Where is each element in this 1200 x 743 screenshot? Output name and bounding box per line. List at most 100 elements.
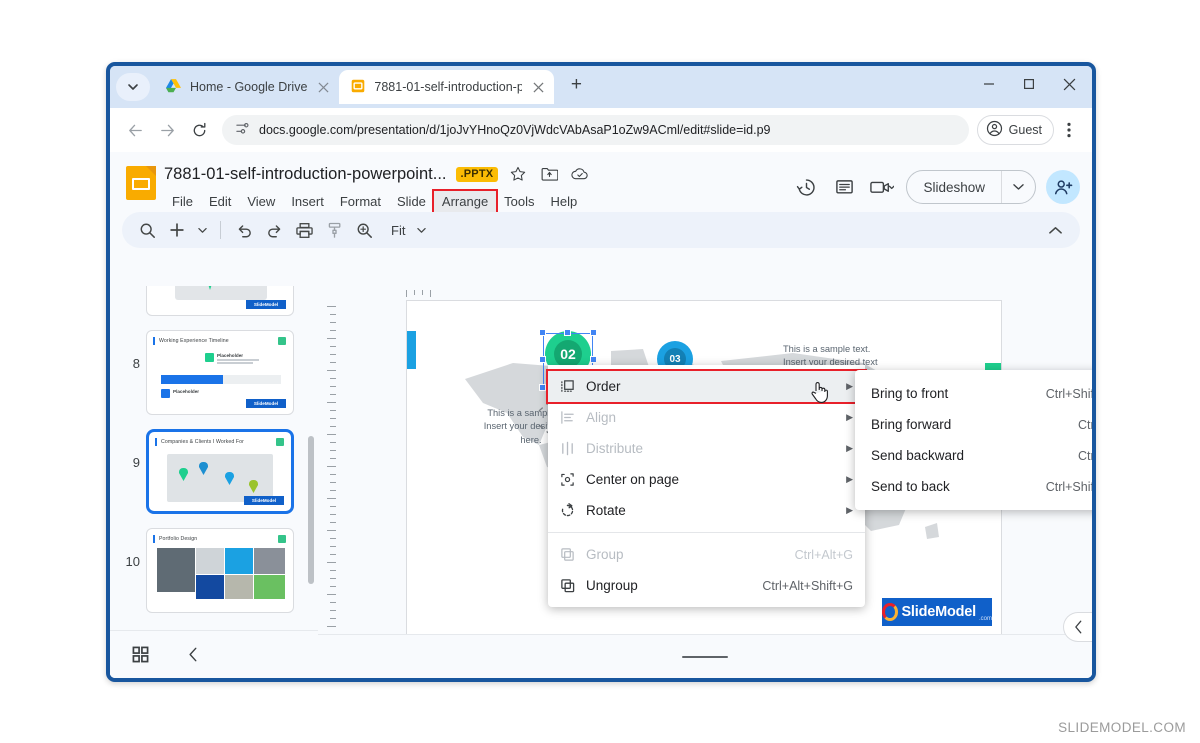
menu-insert[interactable]: Insert (283, 191, 332, 212)
menu-item-label: Group (586, 547, 624, 562)
resize-handle-ne[interactable] (590, 329, 597, 336)
accent-bar (155, 438, 157, 446)
collapse-toolbar-icon[interactable] (1042, 217, 1068, 243)
decor-square (278, 337, 286, 345)
google-drive-icon (166, 78, 181, 96)
comment-icon[interactable] (830, 173, 858, 201)
tab-search-chevron-icon[interactable] (116, 73, 150, 101)
zoom-icon[interactable] (351, 217, 377, 243)
profile-label: Guest (1008, 123, 1042, 137)
menu-file[interactable]: File (164, 191, 201, 212)
slideshow-dropdown-icon[interactable] (1002, 183, 1035, 191)
slideshow-button[interactable]: Slideshow (906, 170, 1036, 204)
browser-tab-slides[interactable]: 7881-01-self-introduction-pow (339, 70, 555, 104)
slide-thumbnail-7[interactable]: SUCCESS SlideModel (146, 286, 294, 316)
menu-item-shortcut: Ctrl+↑ (1078, 417, 1095, 432)
group-icon (560, 547, 586, 562)
slide-number: 9 (132, 455, 140, 470)
reload-button[interactable] (184, 115, 214, 145)
menu-item-ungroup[interactable]: Ungroup Ctrl+Alt+Shift+G (548, 570, 865, 601)
screenshot-root: Home - Google Drive 7881-01-self-introdu… (0, 0, 1200, 743)
close-window-button[interactable] (1050, 70, 1088, 98)
paint-format-icon[interactable] (321, 217, 347, 243)
submenu-arrow-icon: ▶ (846, 381, 853, 391)
slide-thumbnail-10[interactable]: Portfolio Design (146, 528, 294, 613)
minimize-button[interactable] (970, 70, 1008, 98)
resize-handle-n[interactable] (564, 329, 571, 336)
slideshow-label: Slideshow (923, 179, 985, 195)
menu-item-bring-to-front[interactable]: Bring to front Ctrl+Shift+↑ (855, 378, 1092, 409)
present-video-icon[interactable] (868, 173, 896, 201)
share-button[interactable] (1046, 170, 1080, 204)
menu-format[interactable]: Format (332, 191, 389, 212)
filmstrip-row: 9 Companies & Clients I Worked For Slide… (110, 422, 318, 521)
print-icon[interactable] (291, 217, 317, 243)
zoom-level-label[interactable]: Fit (381, 223, 409, 238)
collapse-filmstrip-icon[interactable] (187, 647, 200, 662)
menu-item-bring-forward[interactable]: Bring forward Ctrl+↑ (855, 409, 1095, 440)
filmstrip-scrollbar[interactable] (308, 436, 314, 584)
vertical-ruler (324, 306, 336, 676)
menu-item-center-on-page[interactable]: Center on page ▶ (548, 464, 865, 495)
menu-arrange[interactable]: Arrange (431, 188, 499, 214)
slide-thumbnail-8[interactable]: Working Experience Timeline Placeholder … (146, 330, 294, 415)
menu-item-label: Center on page (586, 472, 680, 487)
tab-title: 7881-01-self-introduction-pow (374, 80, 522, 94)
zoom-dropdown-icon[interactable] (413, 217, 429, 243)
address-bar[interactable]: docs.google.com/presentation/d/1joJvYHno… (222, 115, 969, 145)
move-to-folder-icon[interactable] (538, 163, 560, 185)
close-icon[interactable] (318, 81, 329, 93)
menu-item-send-to-back[interactable]: Send to back Ctrl+Shift+↓ (855, 471, 1092, 502)
resize-handle-nw[interactable] (539, 329, 546, 336)
url-text: docs.google.com/presentation/d/1joJvYHno… (259, 123, 771, 137)
redo-icon[interactable] (261, 217, 287, 243)
maximize-button[interactable] (1010, 70, 1048, 98)
grid-view-icon[interactable] (132, 646, 149, 663)
order-submenu: Bring to front Ctrl+Shift+↑ Bring forwar… (855, 370, 1095, 510)
slidemodel-suffix: .com (978, 616, 992, 622)
filmstrip-row: 8 Working Experience Timeline Placeholde… (110, 323, 318, 422)
slide-accent-bar (407, 331, 416, 369)
resize-handle-e[interactable] (590, 356, 597, 363)
menu-edit[interactable]: Edit (201, 191, 239, 212)
close-icon[interactable] (533, 81, 544, 93)
site-settings-icon[interactable] (235, 121, 250, 139)
new-slide-icon[interactable] (164, 217, 190, 243)
notes-resize-handle[interactable] (682, 655, 728, 658)
menu-item-send-backward[interactable]: Send backward Ctrl+↓ (855, 440, 1092, 471)
version-history-icon[interactable] (792, 173, 820, 201)
slide-thumbnail-9[interactable]: Companies & Clients I Worked For SlideMo… (146, 429, 294, 514)
expand-side-panel-button[interactable] (1063, 612, 1092, 642)
undo-icon[interactable] (231, 217, 257, 243)
divider (220, 221, 221, 239)
new-slide-dropdown-icon[interactable] (194, 217, 210, 243)
forward-button[interactable] (152, 115, 182, 145)
back-button[interactable] (120, 115, 150, 145)
speaker-notes-bar[interactable] (318, 634, 1092, 678)
menu-tools[interactable]: Tools (496, 191, 542, 212)
document-header: 7881-01-self-introduction-powerpoint... … (110, 152, 1092, 214)
menu-help[interactable]: Help (543, 191, 586, 212)
submenu-arrow-icon: ▶ (846, 412, 853, 422)
menu-item-rotate[interactable]: Rotate ▶ (548, 495, 865, 526)
title-row: 7881-01-self-introduction-powerpoint... … (164, 160, 792, 188)
new-tab-button[interactable]: + (562, 71, 590, 99)
search-icon[interactable] (134, 217, 160, 243)
resize-handle-w[interactable] (539, 356, 546, 363)
menu-slide[interactable]: Slide (389, 191, 434, 212)
resize-handle-sw[interactable] (539, 384, 546, 391)
thumbnail-title: Working Experience Timeline (159, 338, 229, 344)
decor-square (276, 438, 284, 446)
slide-filmstrip[interactable]: 7 SUCCESS SlideModel 8 (110, 286, 318, 678)
slidemodel-watermark: SlideModel (246, 399, 286, 408)
document-title[interactable]: 7881-01-self-introduction-powerpoint... (164, 165, 447, 184)
browser-tab-drive[interactable]: Home - Google Drive (154, 70, 339, 104)
menu-view[interactable]: View (239, 191, 283, 212)
cloud-saved-icon[interactable] (569, 163, 591, 185)
chrome-menu-icon[interactable] (1056, 115, 1082, 145)
filmstrip-row: 7 SUCCESS SlideModel (110, 286, 318, 323)
filmstrip-row: 10 Portfolio Design (110, 521, 318, 620)
accent-bar (153, 535, 155, 543)
profile-button[interactable]: Guest (976, 115, 1054, 145)
star-icon[interactable] (507, 163, 529, 185)
